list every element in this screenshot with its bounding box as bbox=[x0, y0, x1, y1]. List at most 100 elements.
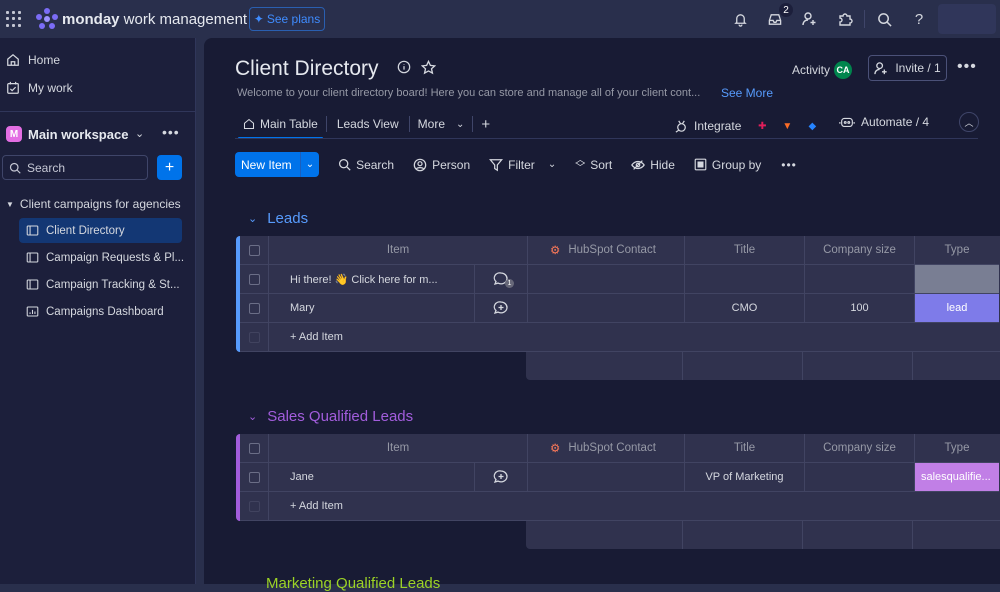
updates-button[interactable]: 1 bbox=[475, 265, 528, 294]
invite-button[interactable]: Invite / 1 bbox=[868, 55, 947, 81]
group-header-leads[interactable]: ⌄ Leads bbox=[248, 210, 308, 227]
column-header-item[interactable]: Item bbox=[269, 434, 528, 463]
invite-member-icon[interactable] bbox=[801, 10, 819, 28]
see-more-link[interactable]: See More bbox=[721, 86, 773, 100]
add-item-input[interactable]: + Add Item bbox=[269, 492, 1000, 521]
title-cell[interactable]: CMO bbox=[685, 294, 805, 323]
hubspot-cell[interactable] bbox=[528, 463, 685, 492]
workspace-more-icon[interactable]: ••• bbox=[162, 124, 180, 140]
see-plans-button[interactable]: ✦ See plans bbox=[249, 7, 325, 31]
row-checkbox[interactable] bbox=[240, 294, 269, 323]
sidebar-resize-handle[interactable] bbox=[196, 38, 204, 584]
company-size-cell[interactable] bbox=[805, 463, 915, 492]
table-header: Item ⚙ HubSpot Contact Title Company size… bbox=[240, 434, 999, 463]
activity-button[interactable]: Activity CA bbox=[792, 61, 853, 79]
hide-label: Hide bbox=[650, 157, 675, 172]
sidebar-my-work[interactable]: My work bbox=[6, 81, 73, 95]
collapse-header-button[interactable]: ︿ bbox=[959, 112, 979, 132]
add-view-button[interactable]: + bbox=[473, 110, 498, 138]
board-more-icon[interactable]: ••• bbox=[957, 58, 977, 76]
company-size-cell[interactable] bbox=[805, 265, 915, 294]
item-name-cell[interactable]: Mary bbox=[269, 294, 475, 323]
sidebar-board-campaign-requests[interactable]: Campaign Requests & Pl... bbox=[19, 245, 184, 270]
add-update-button[interactable] bbox=[475, 294, 528, 323]
top-bar: monday work management ✦See plans 2 ? CA bbox=[0, 0, 1000, 38]
filter-button[interactable]: Filter ⌄ bbox=[489, 158, 556, 172]
folder-label: Client campaigns for agencies bbox=[19, 197, 181, 211]
app-switcher-icon[interactable] bbox=[6, 11, 22, 27]
group-by-label: Group by bbox=[711, 157, 762, 172]
sort-button[interactable]: ︿ ﹀ Sort bbox=[575, 155, 612, 173]
item-name-cell[interactable]: Jane bbox=[269, 463, 475, 492]
column-header-hubspot[interactable]: ⚙ HubSpot Contact bbox=[528, 434, 685, 463]
apps-icon[interactable] bbox=[836, 10, 854, 28]
star-icon[interactable] bbox=[421, 60, 436, 75]
column-header-title[interactable]: Title bbox=[685, 434, 805, 463]
table-row: Mary CMO 100 lead bbox=[240, 294, 999, 323]
search-button[interactable]: Search bbox=[338, 158, 394, 172]
title-cell[interactable] bbox=[685, 265, 805, 294]
board-icon bbox=[26, 252, 39, 263]
group-table-leads: Item ⚙ HubSpot Contact Title Company size… bbox=[236, 236, 1000, 352]
add-board-button[interactable]: + bbox=[157, 155, 182, 180]
workspace-initial: M bbox=[9, 128, 19, 140]
group-title[interactable]: Leads bbox=[267, 210, 308, 227]
new-item-button[interactable]: New Item ⌄ bbox=[235, 152, 320, 177]
group-by-button[interactable]: Group by bbox=[694, 158, 761, 172]
type-label-cell[interactable]: lead bbox=[915, 294, 999, 323]
bell-icon[interactable] bbox=[731, 10, 749, 28]
account-menu[interactable]: CA bbox=[938, 4, 996, 34]
person-filter-button[interactable]: Person bbox=[413, 158, 470, 172]
add-update-button[interactable] bbox=[475, 463, 528, 492]
column-header-title[interactable]: Title bbox=[685, 236, 805, 265]
integrate-label: Integrate bbox=[694, 119, 742, 133]
tabs-divider bbox=[235, 138, 978, 139]
hubspot-cell[interactable] bbox=[528, 265, 685, 294]
tab-label: Leads View bbox=[336, 117, 399, 131]
workspace-chevron-down-icon[interactable]: ⌄ bbox=[135, 127, 144, 140]
monday-logo[interactable]: monday work management bbox=[36, 8, 247, 30]
tab-more[interactable]: More ⌄ bbox=[410, 110, 473, 138]
row-checkbox[interactable] bbox=[240, 463, 269, 492]
automate-button[interactable]: Automate / 4 bbox=[839, 115, 929, 129]
workspace-selector[interactable]: M Main workspace bbox=[6, 126, 128, 142]
board-label: Campaign Tracking & St... bbox=[46, 278, 180, 291]
new-item-chevron-down-icon[interactable]: ⌄ bbox=[299, 152, 319, 177]
info-icon[interactable] bbox=[397, 60, 411, 74]
select-all-checkbox[interactable] bbox=[240, 236, 269, 265]
monday-logo-icon bbox=[36, 8, 58, 30]
row-checkbox[interactable] bbox=[240, 265, 269, 294]
add-item-input[interactable]: + Add Item bbox=[269, 323, 1000, 352]
column-header-company-size[interactable]: Company size bbox=[805, 434, 915, 463]
sidebar-board-campaigns-dashboard[interactable]: Campaigns Dashboard bbox=[19, 299, 182, 324]
tab-main-table[interactable]: Main Table bbox=[235, 110, 326, 139]
gitlab-icon: ▼ bbox=[782, 120, 793, 132]
group-header-sales-qualified-leads[interactable]: ⌄ Sales Qualified Leads bbox=[248, 408, 413, 425]
help-icon[interactable]: ? bbox=[910, 10, 928, 28]
column-header-item[interactable]: Item bbox=[269, 236, 528, 265]
board-title[interactable]: Client Directory bbox=[235, 57, 379, 81]
company-size-cell[interactable]: 100 bbox=[805, 294, 915, 323]
hide-button[interactable]: Hide bbox=[631, 158, 675, 172]
sidebar-search-input[interactable]: Search bbox=[2, 155, 148, 180]
hubspot-cell[interactable] bbox=[528, 294, 685, 323]
column-header-company-size[interactable]: Company size bbox=[805, 236, 915, 265]
summary-row bbox=[526, 352, 1000, 380]
group-title[interactable]: Sales Qualified Leads bbox=[267, 408, 413, 425]
sidebar-home[interactable]: Home bbox=[6, 53, 60, 67]
type-label-cell[interactable]: salesqualifie... bbox=[915, 463, 999, 492]
search-icon[interactable] bbox=[875, 10, 893, 28]
title-cell[interactable]: VP of Marketing bbox=[685, 463, 805, 492]
column-header-hubspot[interactable]: ⚙ HubSpot Contact bbox=[528, 236, 685, 265]
sidebar-board-campaign-tracking[interactable]: Campaign Tracking & St... bbox=[19, 272, 182, 297]
select-all-checkbox[interactable] bbox=[240, 434, 269, 463]
item-name-cell[interactable]: Hi there! 👋 Click here for m... bbox=[269, 265, 475, 294]
tab-leads-view[interactable]: Leads View bbox=[327, 110, 409, 138]
sidebar-board-client-directory[interactable]: Client Directory bbox=[19, 218, 182, 243]
integrate-button[interactable]: Integrate ✚ ▼ ◆ bbox=[674, 115, 822, 137]
toolbar-more-icon[interactable]: ••• bbox=[781, 158, 797, 172]
column-header-type[interactable]: Type bbox=[915, 236, 999, 265]
type-label-cell[interactable] bbox=[915, 265, 999, 294]
column-header-type[interactable]: Type bbox=[915, 434, 999, 463]
sidebar-folder[interactable]: ▼ Client campaigns for agencies bbox=[6, 197, 181, 211]
